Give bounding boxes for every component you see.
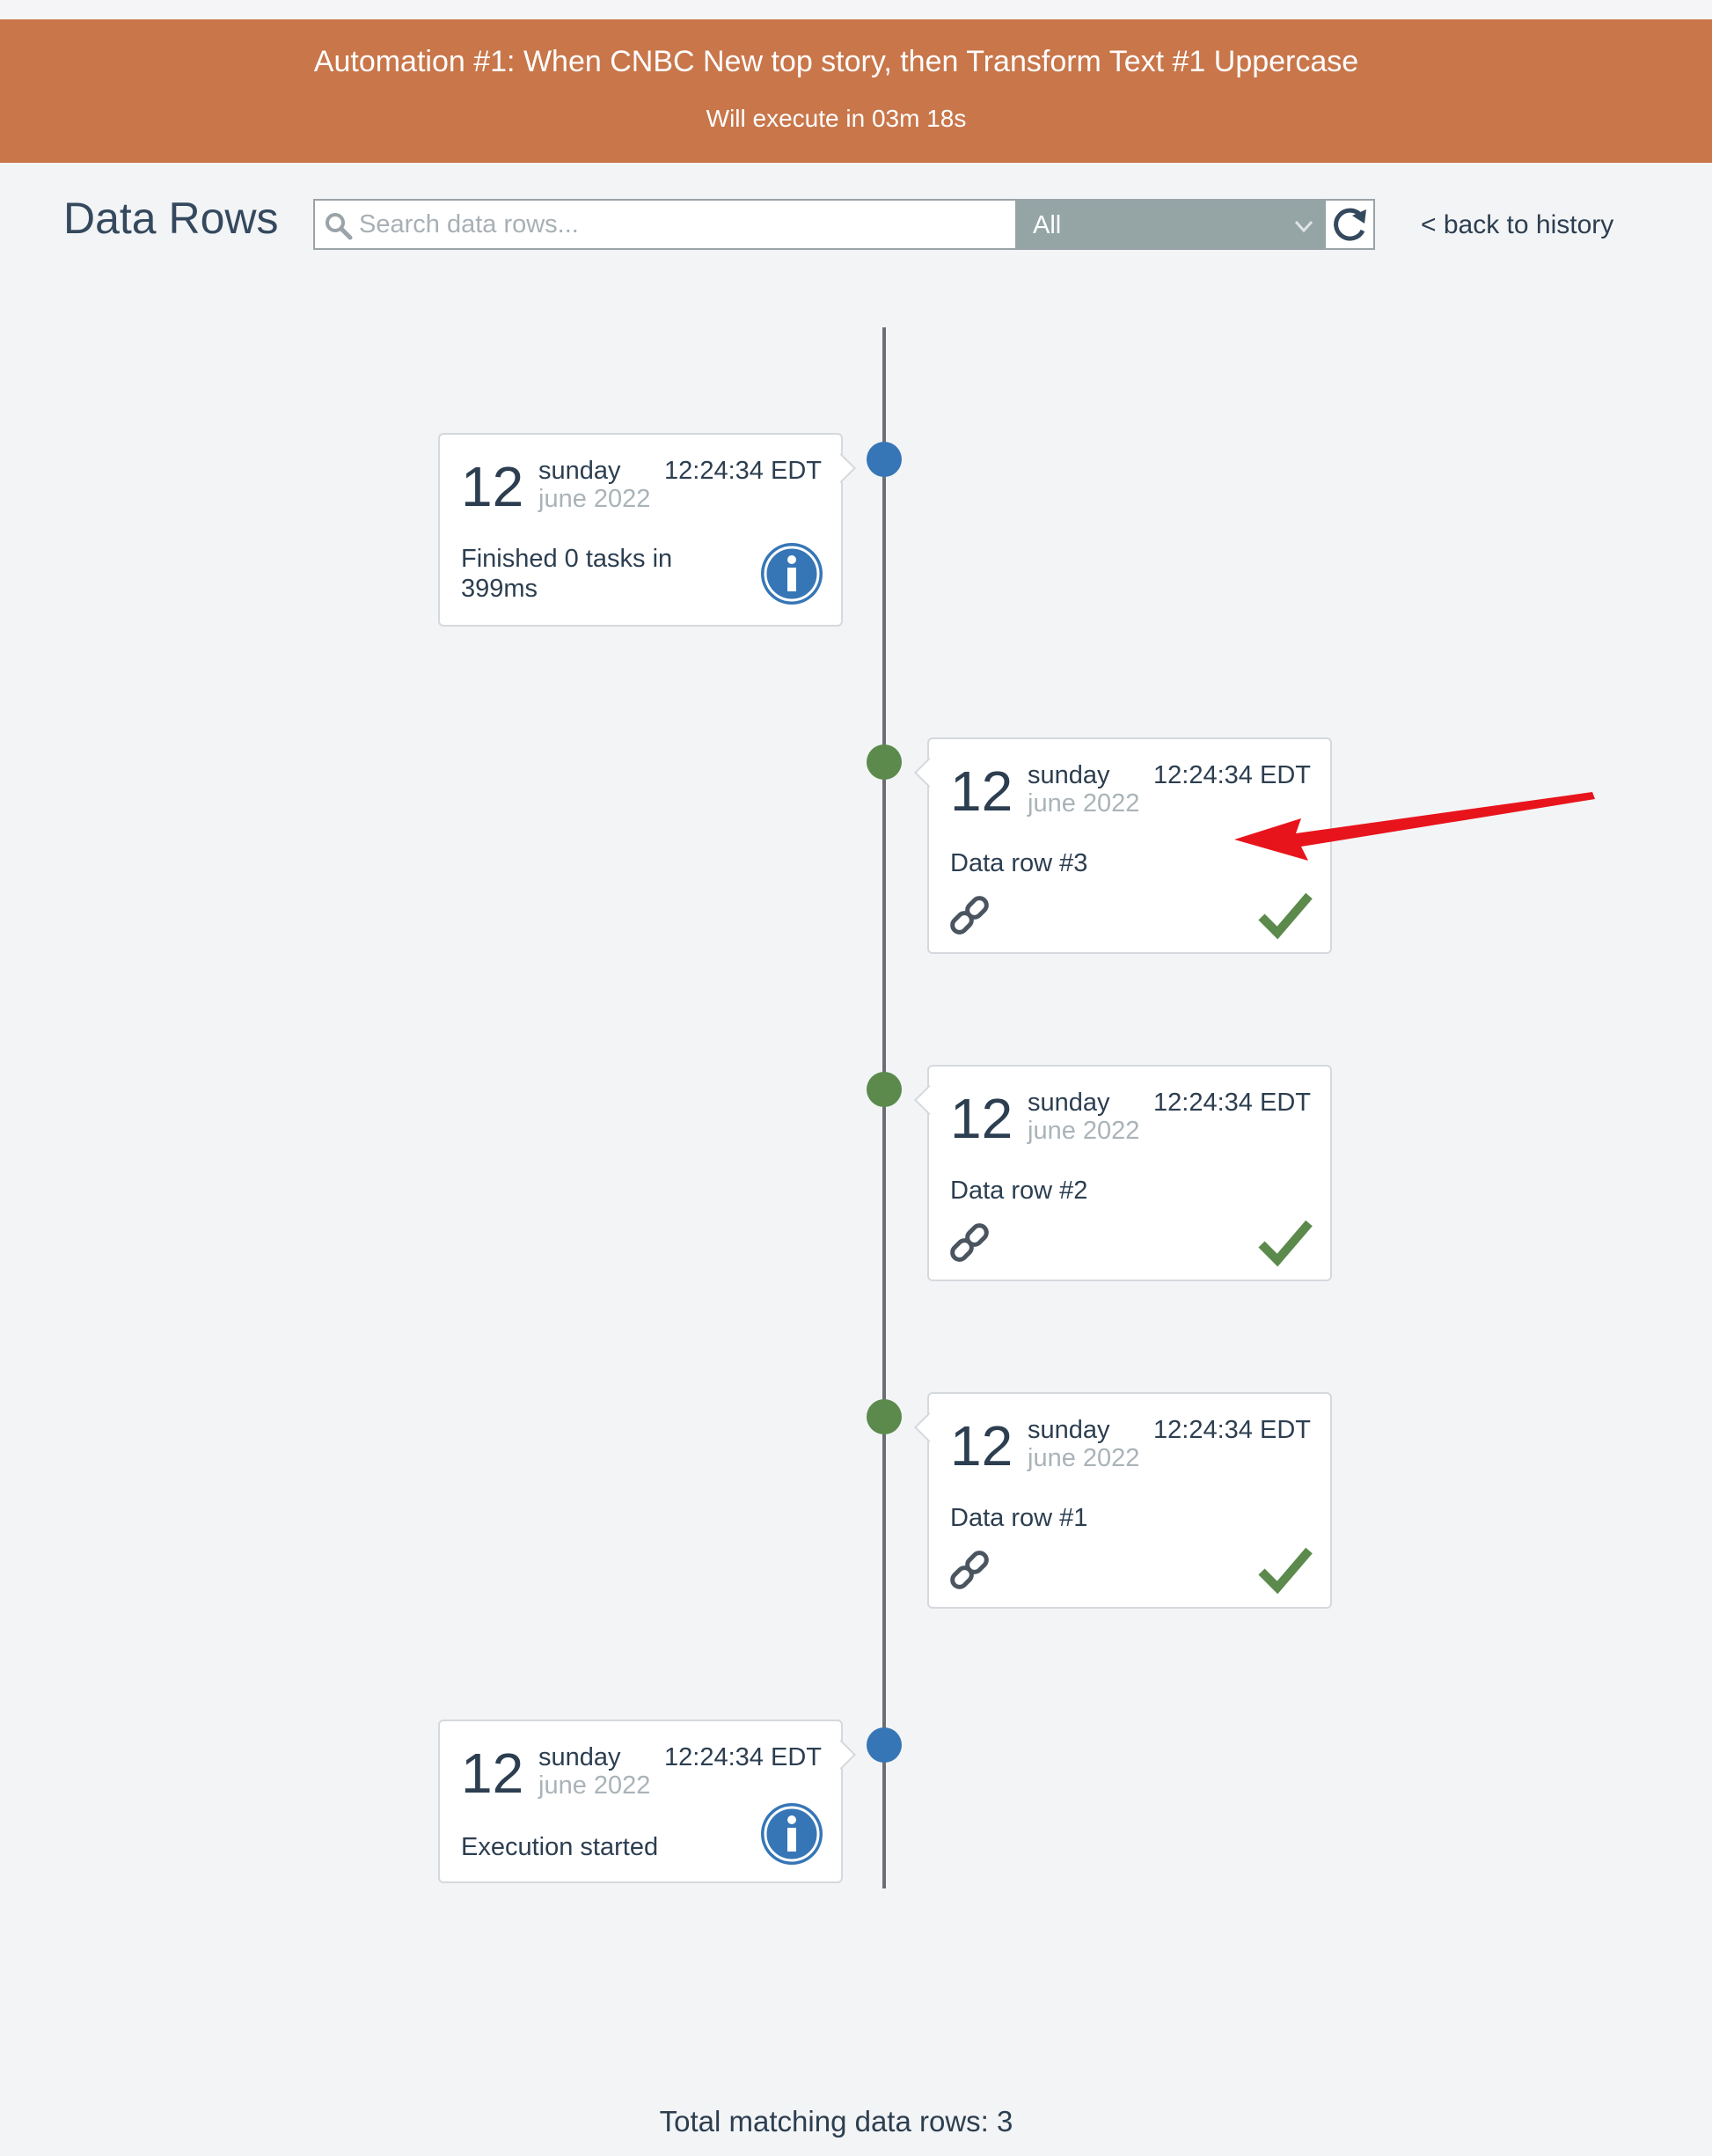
timeline-dot-success xyxy=(867,1072,902,1107)
card-day: 12 xyxy=(461,1742,524,1805)
chevron-down-icon xyxy=(1294,220,1313,233)
banner-countdown: Will execute in 03m 18s xyxy=(706,105,967,132)
top-strip xyxy=(0,0,1712,19)
total-matching-count: Total matching data rows: 3 xyxy=(659,2105,1013,2138)
banner-title: Automation #1: When CNBC New top story, … xyxy=(313,45,1359,78)
card-time: 12:24:34 EDT xyxy=(664,457,822,485)
automation-banner: Automation #1: When CNBC New top story, … xyxy=(0,19,1712,163)
card-weekday: sunday xyxy=(1028,1089,1110,1117)
card-month-year: june 2022 xyxy=(538,1771,651,1800)
card-month-year: june 2022 xyxy=(538,485,651,513)
link-icon[interactable] xyxy=(945,1218,994,1267)
timeline-card-data-row-2[interactable]: 12 sunday june 2022 12:24:34 EDT Data ro… xyxy=(914,1065,1332,1281)
card-message: Execution started xyxy=(461,1833,659,1861)
card-weekday: sunday xyxy=(538,457,621,485)
checkmark-icon xyxy=(1258,892,1313,940)
card-notch xyxy=(914,1412,944,1442)
refresh-button[interactable] xyxy=(1326,199,1375,250)
card-time: 12:24:34 EDT xyxy=(1153,1416,1311,1444)
info-icon xyxy=(761,543,823,605)
card-day: 12 xyxy=(461,455,524,518)
timeline-card-execution-started: 12 sunday june 2022 12:24:34 EDT Executi… xyxy=(438,1720,856,1883)
page-title: Data Rows xyxy=(63,194,279,243)
back-to-history-link[interactable]: < back to history xyxy=(1421,208,1613,243)
card-message: Data row #3 xyxy=(950,849,1088,877)
refresh-icon xyxy=(1334,208,1366,241)
card-month-year: june 2022 xyxy=(1028,1444,1140,1472)
card-weekday: sunday xyxy=(1028,761,1110,789)
card-notch xyxy=(826,1740,856,1770)
search-icon xyxy=(326,213,353,240)
red-arrow-icon xyxy=(1234,792,1595,861)
card-notch xyxy=(914,1085,944,1115)
card-message: Finished 0 tasks in 399ms xyxy=(461,545,673,603)
timeline-dot-success xyxy=(867,744,902,780)
card-day: 12 xyxy=(950,1414,1013,1478)
card-notch xyxy=(914,758,944,788)
info-icon xyxy=(761,1803,823,1865)
card-day: 12 xyxy=(950,759,1013,823)
card-month-year: june 2022 xyxy=(1028,789,1140,818)
link-icon[interactable] xyxy=(945,1545,994,1595)
card-time: 12:24:34 EDT xyxy=(664,1743,822,1771)
card-time: 12:24:34 EDT xyxy=(1153,1089,1311,1117)
card-notch xyxy=(826,453,856,483)
card-message: Data row #2 xyxy=(950,1177,1088,1205)
card-message: Data row #1 xyxy=(950,1504,1088,1532)
checkmark-icon xyxy=(1258,1547,1313,1595)
timeline-dot-info xyxy=(867,442,902,477)
timeline-dot-success xyxy=(867,1399,902,1434)
link-icon[interactable] xyxy=(945,891,994,940)
timeline-dot-info xyxy=(867,1727,902,1763)
filter-dropdown[interactable]: All xyxy=(1015,199,1326,250)
card-month-year: june 2022 xyxy=(1028,1117,1140,1145)
card-weekday: sunday xyxy=(1028,1416,1110,1444)
card-weekday: sunday xyxy=(538,1743,621,1771)
timeline-line xyxy=(882,327,886,1888)
filter-selected-label: All xyxy=(1033,211,1062,239)
timeline-card-finished: 12 sunday june 2022 12:24:34 EDT Finishe… xyxy=(438,433,856,627)
timeline-card-data-row-1[interactable]: 12 sunday june 2022 12:24:34 EDT Data ro… xyxy=(914,1392,1332,1609)
card-day: 12 xyxy=(950,1087,1013,1150)
checkmark-icon xyxy=(1258,1220,1313,1267)
